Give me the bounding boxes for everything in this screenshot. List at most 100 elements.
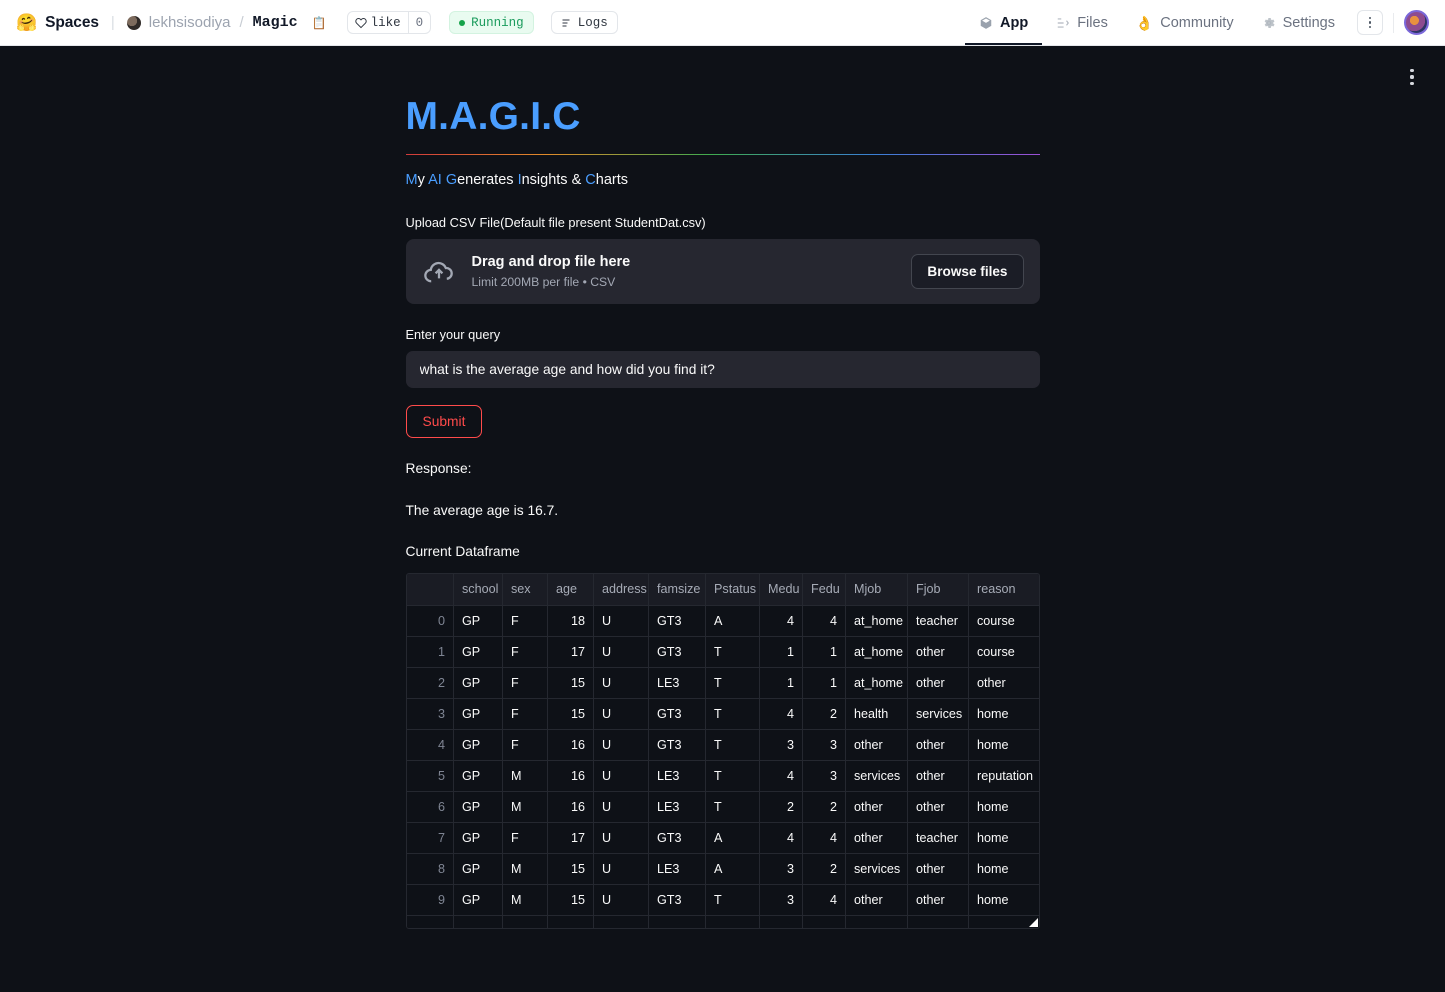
huggingface-logo-icon[interactable]: 🤗 — [16, 14, 37, 31]
files-icon — [1057, 17, 1070, 28]
copy-icon[interactable]: 📋 — [312, 17, 327, 29]
repo-name[interactable]: Magic — [253, 14, 298, 31]
table-row[interactable]: 3 GP F 15 U GT3 T 4 2 health services home — [406, 698, 1039, 730]
dataframe-column-header-fjob[interactable]: Fjob — [907, 574, 969, 606]
avatar[interactable] — [1404, 10, 1429, 35]
query-input[interactable] — [405, 351, 1040, 388]
table-row[interactable]: 1 GP F 17 U GT3 T 1 1 at_home other course — [406, 636, 1039, 668]
dataframe-pad-cell — [759, 915, 803, 929]
table-row[interactable]: 0 GP F 18 U GT3 A 4 4 at_home teacher course — [406, 605, 1039, 637]
tab-app[interactable]: App — [965, 0, 1043, 45]
dataframe-pad-cell — [547, 915, 594, 929]
dataframe-cell-school: GP — [453, 791, 503, 823]
dataframe-cell-age: 15 — [547, 853, 594, 885]
dataframe-cell-medu: 4 — [759, 698, 803, 730]
app-content-block: M.A.G.I.C My AI Generates Insights & Cha… — [405, 46, 1040, 930]
dataframe-cell-medu: 4 — [759, 605, 803, 637]
dataframe-row-index: 1 — [406, 636, 454, 668]
dataframe-cell-fedu: 1 — [802, 636, 846, 668]
dataframe-column-header-reason[interactable]: reason — [968, 574, 1039, 606]
dataframe-cell-school: GP — [453, 760, 503, 792]
dataframe-cell-famsize: LE3 — [648, 667, 706, 699]
dataframe-pad-cell — [406, 915, 454, 929]
subtitle-accent-c: C — [585, 172, 596, 189]
status-label: Running — [471, 15, 524, 30]
dataframe-cell-school: GP — [453, 667, 503, 699]
dataframe-pad-cell — [705, 915, 760, 929]
resize-handle-icon[interactable] — [1028, 918, 1038, 928]
subtitle-text-harts: harts — [595, 172, 628, 189]
dataframe-cell-mjob: at_home — [845, 667, 908, 699]
dataframe-column-header-sex[interactable]: sex — [502, 574, 548, 606]
table-row[interactable]: 8 GP M 15 U LE3 A 3 2 services other home — [406, 853, 1039, 885]
dataframe-cell-age: 15 — [547, 698, 594, 730]
dataframe-cell-fedu: 4 — [802, 605, 846, 637]
table-row[interactable]: 2 GP F 15 U LE3 T 1 1 at_home other other — [406, 667, 1039, 699]
dataframe-cell-fedu: 4 — [802, 884, 846, 916]
like-button-label[interactable]: like — [348, 12, 408, 33]
tab-app-label: App — [1000, 14, 1029, 31]
dataframe-column-header-age[interactable]: age — [547, 574, 594, 606]
status-dot-icon — [459, 19, 466, 26]
dataframe-label: Current Dataframe — [405, 544, 520, 560]
like-button[interactable]: like 0 — [346, 11, 432, 34]
dataframe-column-header-school[interactable]: school — [453, 574, 503, 606]
dataframe-cell-address: U — [593, 667, 649, 699]
dataframe-cell-sex: F — [502, 698, 548, 730]
dataframe-cell-reason: reputation — [968, 760, 1039, 792]
owner-link[interactable]: lekhsisodiya — [149, 14, 231, 31]
dataframe-row-index: 3 — [406, 698, 454, 730]
table-row[interactable]: 5 GP M 16 U LE3 T 4 3 services other reputation — [406, 760, 1039, 792]
header-kebab-menu-icon[interactable] — [1357, 10, 1383, 35]
like-count: 0 — [407, 12, 431, 33]
file-uploader-dropzone[interactable]: Drag and drop file here Limit 200MB per … — [405, 239, 1040, 305]
table-row[interactable]: 9 GP M 15 U GT3 T 3 4 other other home — [406, 884, 1039, 916]
browse-files-button[interactable]: Browse files — [911, 254, 1024, 290]
dataframe-cell-fjob: services — [907, 698, 969, 730]
tab-files[interactable]: Files — [1042, 0, 1122, 45]
dataframe-cell-age: 16 — [547, 729, 594, 761]
submit-button[interactable]: Submit — [405, 405, 483, 438]
dataframe-pad-cell — [502, 915, 548, 929]
dataframe-cell-address: U — [593, 822, 649, 854]
cloud-upload-icon — [423, 261, 453, 282]
dataframe-cell-pstatus: T — [705, 791, 760, 823]
table-row[interactable]: 4 GP F 16 U GT3 T 3 3 other other home — [406, 729, 1039, 761]
logs-button[interactable]: Logs — [550, 11, 618, 34]
dataframe-cell-fjob: other — [907, 760, 969, 792]
dataframe-container[interactable]: school sex age address famsize Pstatus Medu Fed… — [405, 573, 1040, 930]
dataframe-pad-cell — [802, 915, 846, 929]
dataframe-cell-medu: 3 — [759, 729, 803, 761]
dataframe-index-header — [406, 574, 454, 606]
dataframe-column-header-mjob[interactable]: Mjob — [845, 574, 908, 606]
dataframe-cell-school: GP — [453, 884, 503, 916]
dataframe-cell-sex: F — [502, 729, 548, 761]
dataframe-cell-mjob: health — [845, 698, 908, 730]
dataframe-cell-mjob: services — [845, 853, 908, 885]
dataframe-cell-pstatus: T — [705, 729, 760, 761]
dataframe-column-header-address[interactable]: address — [593, 574, 649, 606]
like-text: like — [370, 15, 401, 30]
dataframe-column-header-medu[interactable]: Medu — [759, 574, 803, 606]
subtitle-accent-g: G — [445, 172, 458, 189]
dataframe-cell-school: GP — [453, 729, 503, 761]
dataframe-cell-sex: M — [502, 791, 548, 823]
dataframe-column-header-famsize[interactable]: famsize — [648, 574, 706, 606]
owner-avatar-icon — [126, 15, 141, 30]
dataframe-pad-cell — [648, 915, 706, 929]
tab-settings[interactable]: Settings — [1248, 0, 1349, 45]
dataframe-cell-famsize: GT3 — [648, 822, 706, 854]
spaces-link[interactable]: Spaces — [45, 14, 99, 32]
dataframe-cell-reason: home — [968, 884, 1039, 916]
gear-icon — [1264, 17, 1275, 28]
dataframe-cell-reason: other — [968, 667, 1039, 699]
table-row[interactable]: 7 GP F 17 U GT3 A 4 4 other teacher home — [406, 822, 1039, 854]
logs-icon — [562, 18, 570, 27]
streamlit-app: M.A.G.I.C My AI Generates Insights & Cha… — [0, 46, 1445, 992]
streamlit-main-menu-icon[interactable] — [1401, 64, 1423, 90]
dataframe-column-header-fedu[interactable]: Fedu — [802, 574, 846, 606]
table-row[interactable]: 6 GP M 16 U LE3 T 2 2 other other home — [406, 791, 1039, 823]
dataframe-cell-pstatus: T — [705, 636, 760, 668]
dataframe-column-header-pstatus[interactable]: Pstatus — [705, 574, 760, 606]
tab-community[interactable]: 👌 Community — [1122, 0, 1248, 45]
